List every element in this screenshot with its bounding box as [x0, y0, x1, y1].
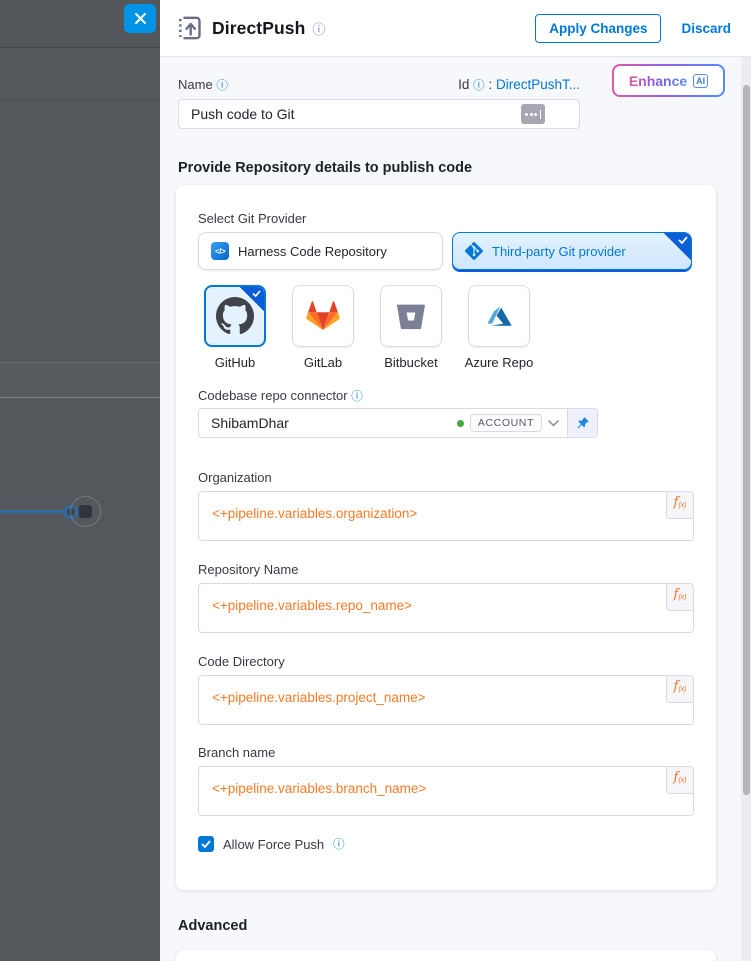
code-directory-label: Code Directory: [198, 654, 694, 669]
allow-force-push-label: Allow Force Push: [223, 837, 324, 852]
step-config-body: Name ⓘ Id ⓘ : DirectPushT... Enhance AI …: [160, 57, 751, 961]
code-directory-input[interactable]: <+pipeline.variables.project_name> f(x): [198, 675, 694, 725]
name-field-label: Name ⓘ: [178, 77, 228, 93]
bitbucket-icon: [397, 302, 425, 330]
organization-input[interactable]: <+pipeline.variables.organization> f(x): [198, 491, 694, 541]
pipeline-edge-line: [0, 510, 70, 513]
selected-check-flag: [240, 287, 264, 311]
connector-info-icon[interactable]: ⓘ: [351, 391, 363, 403]
direct-push-step-icon: [176, 15, 202, 41]
canvas-dot-grid: [0, 100, 160, 362]
pin-connector-button[interactable]: [567, 409, 597, 437]
scrollbar-track[interactable]: [741, 57, 751, 961]
pipeline-canvas: [0, 0, 160, 961]
step-id-row: Id ⓘ : DirectPushT...: [458, 77, 580, 93]
pipeline-end-node[interactable]: [70, 496, 101, 527]
section-heading: Provide Repository details to publish co…: [178, 160, 472, 176]
expression-fx-badge[interactable]: f(x): [666, 584, 693, 611]
repository-name-input[interactable]: <+pipeline.variables.repo_name> f(x): [198, 583, 694, 633]
tile-label-github: GitHub: [204, 355, 266, 370]
branch-name-label: Branch name: [198, 745, 694, 760]
azure-icon: [484, 301, 514, 331]
connector-label: Codebase repo connector ⓘ: [198, 388, 363, 404]
expression-fx-badge[interactable]: f(x): [666, 492, 693, 519]
gitlab-icon: [305, 299, 341, 333]
connector-scope-badge: ACCOUNT: [470, 414, 542, 432]
edit-name-icon[interactable]: [521, 104, 545, 124]
title-info-icon[interactable]: ⓘ: [312, 19, 325, 38]
name-info-icon[interactable]: ⓘ: [216, 80, 228, 92]
discard-link[interactable]: Discard: [681, 21, 731, 36]
ai-badge: AI: [693, 74, 708, 88]
branch-name-input[interactable]: <+pipeline.variables.branch_name> f(x): [198, 766, 694, 816]
selected-check-flag: [664, 233, 691, 260]
tile-gitlab[interactable]: [292, 285, 354, 347]
apply-changes-button[interactable]: Apply Changes: [535, 14, 661, 43]
stop-icon: [79, 505, 92, 518]
git-icon: [465, 242, 483, 260]
connector-status-dot: [457, 420, 464, 427]
force-push-info-icon[interactable]: ⓘ: [333, 836, 345, 852]
scrollbar-thumb[interactable]: [743, 85, 750, 795]
tile-label-bitbucket: Bitbucket: [380, 355, 442, 370]
name-input[interactable]: Push code to Git: [178, 99, 580, 129]
step-config-header: DirectPush ⓘ Apply Changes Discard: [160, 0, 751, 57]
expression-fx-badge[interactable]: f(x): [666, 767, 693, 794]
repository-name-label: Repository Name: [198, 562, 694, 577]
check-icon: [201, 840, 211, 848]
tile-label-gitlab: GitLab: [292, 355, 354, 370]
allow-force-push-row: Allow Force Push ⓘ: [198, 836, 345, 852]
tile-bitbucket[interactable]: [380, 285, 442, 347]
page-title: DirectPush: [212, 18, 305, 39]
provider-option-third-party[interactable]: Third-party Git provider: [452, 232, 692, 270]
check-icon: [252, 290, 261, 297]
expression-fx-badge[interactable]: f(x): [666, 676, 693, 703]
allow-force-push-checkbox[interactable]: [198, 836, 214, 852]
step-id-value[interactable]: DirectPushT...: [496, 77, 580, 92]
harness-code-icon: </>: [211, 242, 229, 260]
pin-icon: [575, 416, 590, 431]
id-info-icon[interactable]: ⓘ: [473, 80, 485, 92]
screen: DirectPush ⓘ Apply Changes Discard Name …: [0, 0, 751, 961]
tile-azure-repo[interactable]: [468, 285, 530, 347]
check-icon: [678, 236, 688, 244]
repository-details-card: Select Git Provider </> Harness Code Rep…: [176, 185, 716, 890]
close-drawer-button[interactable]: [124, 4, 156, 33]
close-icon: [134, 12, 147, 25]
canvas-header-strip: [0, 49, 160, 100]
canvas-stage-band: [0, 362, 160, 398]
organization-label: Organization: [198, 470, 694, 485]
enhance-ai-button[interactable]: Enhance AI: [612, 64, 725, 97]
tile-github[interactable]: [204, 285, 266, 347]
tile-label-azure-repo: Azure Repo: [460, 355, 538, 370]
canvas-dot-grid-lower: [0, 398, 160, 961]
advanced-heading: Advanced: [178, 918, 247, 934]
codebase-repo-connector-input[interactable]: ShibamDhar ACCOUNT: [198, 408, 598, 438]
select-git-provider-label: Select Git Provider: [198, 211, 306, 226]
advanced-card: [176, 950, 716, 961]
provider-option-harness-code[interactable]: </> Harness Code Repository: [198, 232, 443, 270]
chevron-down-icon[interactable]: [548, 420, 559, 427]
